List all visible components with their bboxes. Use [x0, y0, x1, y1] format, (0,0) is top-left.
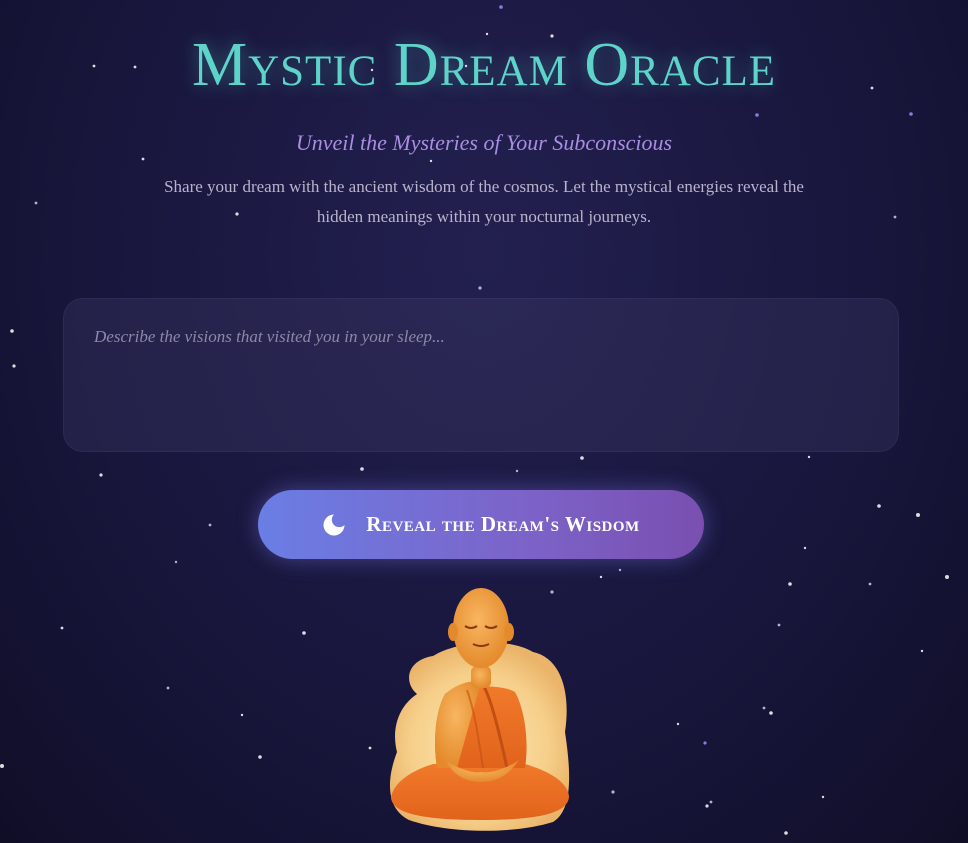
star — [368, 746, 372, 750]
star — [703, 741, 707, 745]
star — [360, 467, 364, 471]
star — [478, 286, 482, 290]
star — [705, 804, 709, 808]
star — [821, 795, 825, 799]
star — [877, 504, 881, 508]
star — [611, 790, 615, 794]
star — [174, 560, 178, 564]
star — [676, 722, 680, 726]
star — [909, 112, 913, 116]
star — [784, 831, 788, 835]
star — [769, 711, 773, 715]
star — [803, 546, 807, 550]
star — [788, 582, 792, 586]
star — [141, 157, 145, 161]
star — [99, 473, 103, 477]
star — [807, 455, 811, 459]
page-title: Mystic Dream Oracle — [191, 31, 777, 99]
star — [599, 575, 603, 579]
star — [893, 215, 897, 219]
meditating-monk-icon — [389, 588, 570, 831]
reveal-button-label: Reveal the Dream's Wisdom — [366, 512, 640, 536]
star — [258, 755, 262, 759]
star — [580, 456, 584, 460]
star — [916, 513, 920, 517]
reveal-dream-button[interactable]: Reveal the Dream's Wisdom — [258, 490, 704, 559]
star — [60, 626, 64, 630]
star — [618, 568, 622, 572]
star — [10, 329, 14, 333]
star — [709, 800, 713, 804]
star — [240, 713, 244, 717]
star — [777, 623, 781, 627]
star — [429, 159, 433, 163]
star — [208, 523, 212, 527]
crescent-moon-icon — [323, 514, 345, 535]
star — [12, 364, 16, 368]
star — [868, 582, 872, 586]
star — [166, 686, 170, 690]
star — [499, 5, 503, 9]
star — [0, 764, 4, 768]
star — [515, 469, 519, 473]
star — [755, 113, 759, 117]
star — [34, 201, 38, 205]
page-subtitle: Unveil the Mysteries of Your Subconsciou… — [295, 130, 673, 155]
star — [945, 575, 949, 579]
dream-input[interactable] — [63, 298, 899, 452]
star — [920, 649, 924, 653]
star — [302, 631, 306, 635]
page-description: Share your dream with the ancient wisdom… — [164, 177, 804, 226]
star — [762, 706, 766, 710]
